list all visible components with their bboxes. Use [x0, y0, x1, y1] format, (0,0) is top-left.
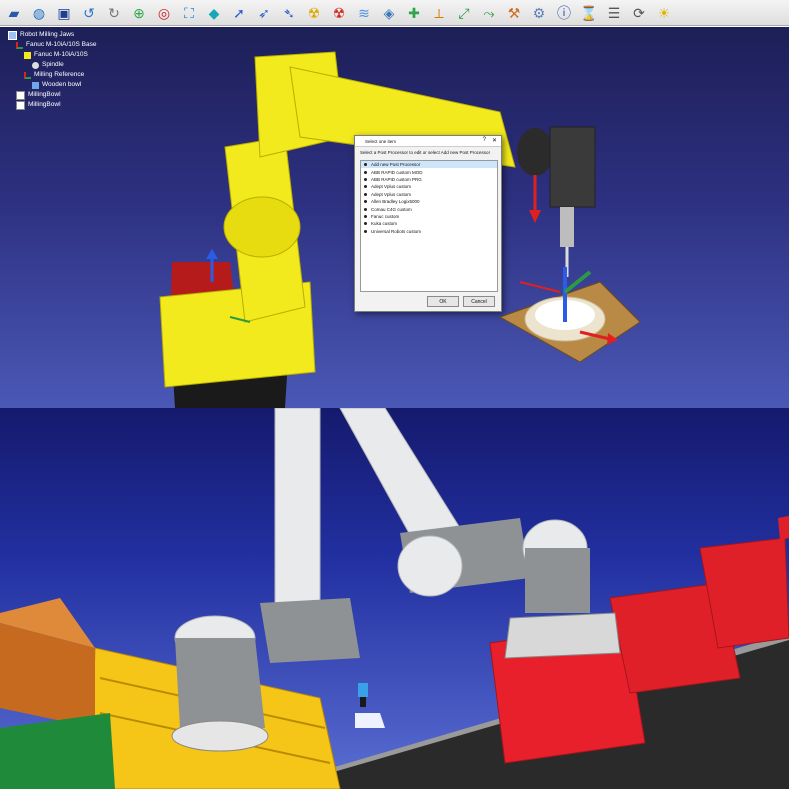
tree-item[interactable]: Fanuc M-10iA/10S	[8, 50, 96, 60]
list-item[interactable]: Kuka custom	[361, 220, 497, 227]
add-reference-frame-icon[interactable]: ⊕	[129, 3, 149, 23]
program-icon	[16, 90, 25, 100]
tree-item-label: MillingBowl	[28, 101, 61, 108]
teach-icon[interactable]: ≋	[354, 3, 374, 23]
object-icon	[32, 81, 39, 89]
radiation-icon[interactable]: ☢	[329, 3, 349, 23]
ur-robot-scene	[0, 408, 789, 789]
tree-item[interactable]: MillingBowl	[8, 90, 96, 100]
tree-item-label: Milling Reference	[34, 71, 85, 78]
info-icon[interactable]: ⓘ	[554, 3, 574, 23]
tree-item-label: Fanuc M-10iA/10S Base	[26, 41, 97, 48]
select-icon[interactable]: ➚	[229, 3, 249, 23]
help-icon[interactable]: ?	[483, 137, 486, 144]
redo-icon[interactable]: ↻	[104, 3, 124, 23]
view-3d-icon[interactable]: ◆	[204, 3, 224, 23]
tree-item-label: MillingBowl	[28, 91, 61, 98]
fit-all-icon[interactable]: ⛶	[179, 3, 199, 23]
list-item-label: Allen Bradley Logix5000	[371, 199, 420, 205]
settings-icon[interactable]: ⚙	[529, 3, 549, 23]
list-item-label: Comau C4G custom	[371, 206, 412, 212]
ok-button[interactable]: OK	[427, 296, 459, 307]
list-item-label: Add new Post Processor	[371, 162, 421, 168]
tree-item-label: Robot Milling Jaws	[20, 31, 75, 38]
tree-item[interactable]: Robot Milling Jaws	[8, 30, 96, 40]
select-move-icon[interactable]: ➶	[254, 3, 274, 23]
list-item[interactable]: Add new Post Processor	[361, 161, 497, 169]
list-item[interactable]: ABB RAPID custom MOD	[361, 168, 497, 175]
frame-icon	[24, 71, 31, 79]
wait-icon[interactable]: ⌛	[579, 3, 599, 23]
select-item-dialog: Select one item ? ✕ Select a Post Proces…	[354, 135, 502, 312]
tool-icon	[32, 61, 39, 69]
list-item-label: Universal Robots custom	[371, 228, 422, 234]
help-icon[interactable]: ☀	[654, 3, 674, 23]
python-icon[interactable]: ◈	[379, 3, 399, 23]
cancel-button[interactable]: Cancel	[463, 296, 495, 307]
station-icon	[8, 30, 17, 40]
tree-item[interactable]: MillingBowl	[8, 100, 96, 110]
list-item[interactable]: Allen Bradley Logix5000	[361, 198, 497, 205]
list-item[interactable]: Adept Vplus custom	[361, 183, 497, 190]
tree-item-label: Spindle	[42, 61, 64, 68]
move-linear-icon[interactable]: ⤢	[454, 3, 474, 23]
list-item[interactable]: Universal Robots custom	[361, 228, 497, 235]
sync-icon[interactable]: ⟳	[629, 3, 649, 23]
dialog-title: Select one item	[365, 138, 397, 144]
globe-icon[interactable]: ◍	[29, 3, 49, 23]
program-icon	[16, 100, 25, 110]
tree-item[interactable]: Fanuc M-10iA/10S Base	[8, 40, 96, 50]
list-item[interactable]: Fanuc custom	[361, 213, 497, 220]
station-tree: Robot Milling Jaws Fanuc M-10iA/10S Base…	[8, 30, 96, 110]
add-tool-icon[interactable]: ⚒	[504, 3, 524, 23]
close-icon[interactable]: ✕	[492, 137, 497, 144]
frame-icon	[16, 41, 23, 49]
select-rotate-icon[interactable]: ➴	[279, 3, 299, 23]
add-target-icon[interactable]: ◎	[154, 3, 174, 23]
list-item-label: Kuka custom	[371, 221, 398, 227]
post-processor-list[interactable]: Add new Post Processor ABB RAPID custom …	[360, 160, 498, 292]
tree-item[interactable]: Wooden bowl	[8, 80, 96, 90]
program-icon[interactable]: ☰	[604, 3, 624, 23]
list-item[interactable]: Comau C4G custom	[361, 205, 497, 212]
move-joint-icon[interactable]: ⟂	[429, 3, 449, 23]
undo-icon[interactable]: ↺	[79, 3, 99, 23]
dialog-titlebar: Select one item ? ✕	[355, 136, 501, 147]
tree-item[interactable]: Milling Reference	[8, 70, 96, 80]
add-program-icon[interactable]: ✚	[404, 3, 424, 23]
move-circular-icon[interactable]: ⤳	[479, 3, 499, 23]
list-item-label: Adept Vplus custom	[371, 191, 412, 197]
radiation-icon[interactable]: ☢	[304, 3, 324, 23]
tree-item[interactable]: Spindle	[8, 60, 96, 70]
main-toolbar: ▰ ◍ ▣ ↺ ↻ ⊕ ◎ ⛶ ◆ ➚ ➶ ➴ ☢ ☢ ≋ ◈ ✚ ⟂ ⤢ ⤳ …	[0, 0, 789, 26]
list-item[interactable]: ABB RAPID custom PRG	[361, 176, 497, 183]
list-item-label: Adept Vplus custom	[371, 184, 412, 190]
tree-item-label: Fanuc M-10iA/10S	[34, 51, 88, 58]
list-item[interactable]: Adept Vplus custom	[361, 191, 497, 198]
list-item-label: Fanuc custom	[371, 213, 400, 219]
ur-robot-3d-view[interactable]	[0, 408, 789, 789]
robot-icon	[24, 51, 31, 59]
open-icon[interactable]: ▰	[4, 3, 24, 23]
dialog-prompt: Select a Post Processor to edit or selec…	[360, 150, 491, 155]
station-3d-view[interactable]: Robot Milling Jaws Fanuc M-10iA/10S Base…	[0, 27, 789, 408]
save-icon[interactable]: ▣	[54, 3, 74, 23]
tree-item-label: Wooden bowl	[42, 81, 82, 88]
list-item-label: ABB RAPID custom MOD	[371, 169, 423, 175]
list-item-label: ABB RAPID custom PRG	[371, 176, 422, 182]
